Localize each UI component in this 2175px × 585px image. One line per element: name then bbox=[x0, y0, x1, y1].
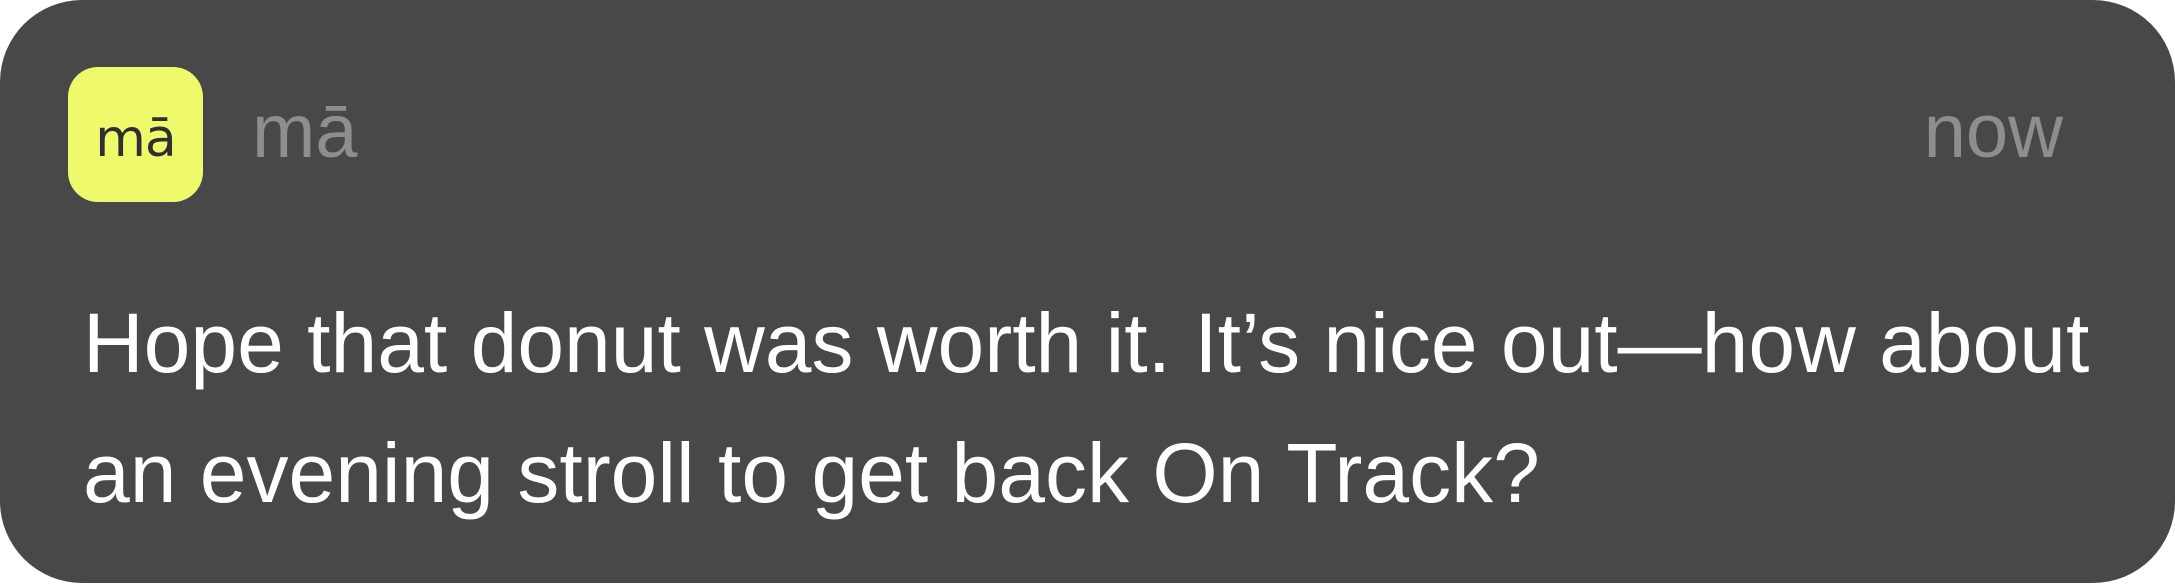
app-icon-label: mā bbox=[95, 108, 177, 169]
notification-message: Hope that donut was worth it. It’s nice … bbox=[83, 296, 2090, 520]
notification-card[interactable]: mā mā now Hope that donut was worth it. … bbox=[0, 0, 2175, 583]
timestamp: now bbox=[1923, 89, 2063, 174]
app-name: mā bbox=[252, 89, 358, 174]
app-icon: mā bbox=[68, 67, 203, 202]
